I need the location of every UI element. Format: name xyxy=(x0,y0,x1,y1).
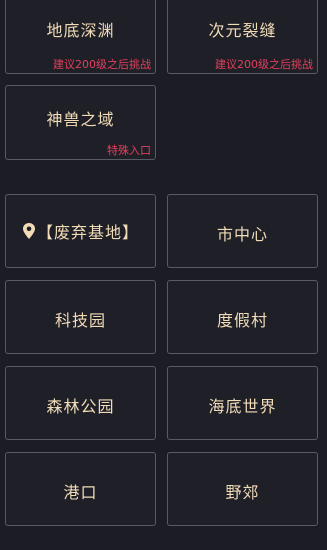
location-tile-resort[interactable]: 度假村 xyxy=(167,280,318,354)
location-pin-icon xyxy=(22,223,35,239)
location-tile-downtown[interactable]: 市中心 xyxy=(167,194,318,268)
location-tile-harbor[interactable]: 港口 xyxy=(5,452,156,526)
dungeon-tile-abyss[interactable]: 地底深渊 建议200级之后挑战 xyxy=(5,0,156,74)
location-label: 市中心 xyxy=(216,225,268,244)
dungeon-title: 神兽之域 xyxy=(46,110,115,129)
dungeon-note: 建议200级之后挑战 xyxy=(53,58,151,71)
dungeon-tile-rift[interactable]: 次元裂缝 建议200级之后挑战 xyxy=(167,0,318,74)
location-tile-undersea-world[interactable]: 海底世界 xyxy=(167,366,318,440)
dungeon-title: 次元裂缝 xyxy=(208,21,277,40)
location-tile-wilderness[interactable]: 野郊 xyxy=(167,452,318,526)
location-label: 科技园 xyxy=(54,311,106,330)
dungeon-note: 特殊入口 xyxy=(107,144,151,157)
location-label: 森林公园 xyxy=(46,397,115,416)
dungeon-title: 地底深渊 xyxy=(46,21,115,40)
dungeon-tile-beast-domain[interactable]: 神兽之域 特殊入口 xyxy=(5,85,156,160)
location-label: 海底世界 xyxy=(208,397,277,416)
location-tile-tech-park[interactable]: 科技园 xyxy=(5,280,156,354)
dungeon-note: 建议200级之后挑战 xyxy=(215,58,313,71)
location-label-current: 【废弃基地】 xyxy=(36,223,139,242)
location-label: 港口 xyxy=(63,483,98,502)
location-label: 野郊 xyxy=(225,483,260,502)
location-tile-current[interactable]: 【废弃基地】 xyxy=(5,194,156,268)
location-label: 度假村 xyxy=(216,311,268,330)
location-tile-forest-park[interactable]: 森林公园 xyxy=(5,366,156,440)
